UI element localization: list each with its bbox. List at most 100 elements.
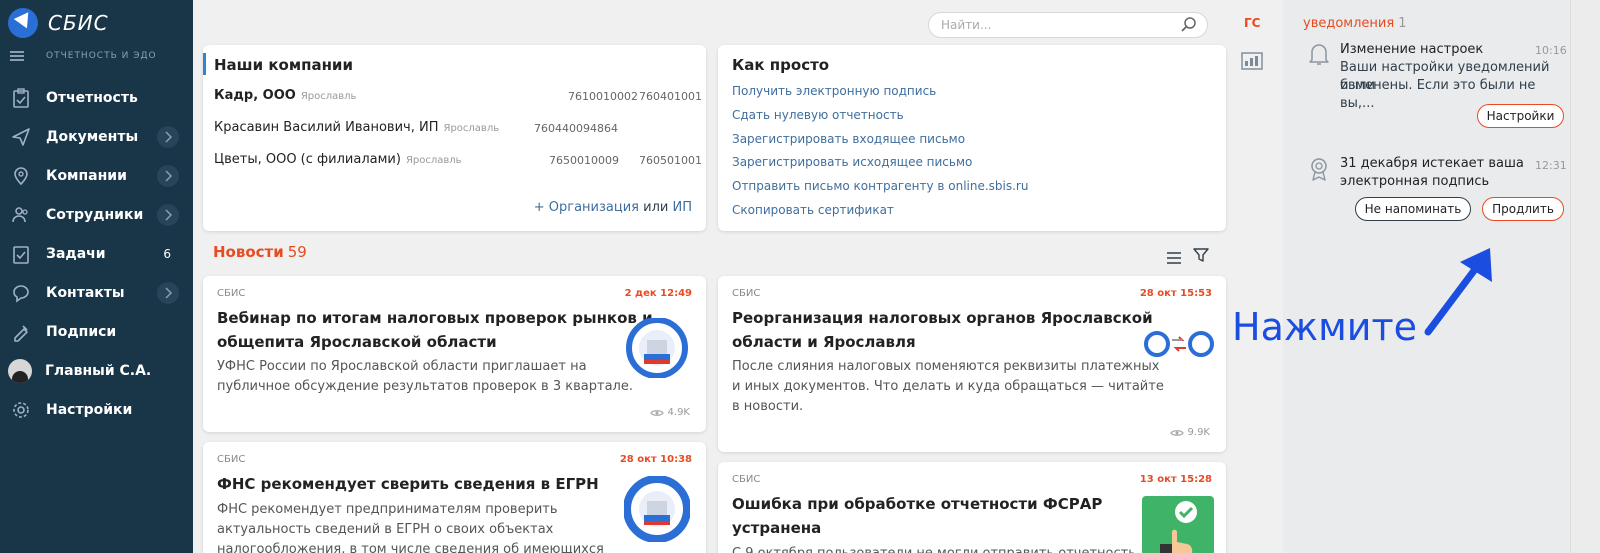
- news-headline: общепита Ярославской области: [217, 333, 497, 351]
- news-title[interactable]: Новости 59: [213, 243, 307, 261]
- company-row[interactable]: Красавин Василий Иванович, ИП Ярославль: [214, 120, 499, 135]
- news-source: СБИС: [217, 288, 246, 299]
- user-initials-button[interactable]: ГС: [1244, 16, 1260, 30]
- news-description: и иных документов. Что делать и куда обр…: [732, 379, 1164, 394]
- notification-title: электронная подпись: [1340, 174, 1490, 189]
- annotation-text: Нажмите: [1232, 305, 1417, 349]
- sidebar-item-label: Настройки: [46, 402, 133, 418]
- submenu-toggle[interactable]: ОТЧЕТНОСТЬ И ЭДО: [10, 51, 157, 61]
- fns-emblem-icon: [624, 317, 690, 382]
- sidebar-item-label: Сотрудники: [46, 207, 144, 223]
- search-input[interactable]: Найти...: [928, 12, 1208, 38]
- paper-plane-icon: [11, 127, 31, 147]
- scrollbar[interactable]: [1570, 0, 1600, 553]
- company-kpp: 760501001: [639, 154, 702, 167]
- how-to-link[interactable]: Скопировать сертификат: [732, 203, 894, 217]
- sidebar-item-reports[interactable]: Отчетность: [0, 80, 193, 116]
- sidebar-item-tasks[interactable]: Задачи 6: [0, 236, 193, 272]
- chevron-right-icon[interactable]: [157, 282, 179, 304]
- how-to-link[interactable]: Отправить письмо контрагенту в online.sb…: [732, 179, 1028, 193]
- list-view-icon[interactable]: [1167, 249, 1181, 268]
- news-description: публичное обсуждение результатов проверо…: [217, 379, 633, 394]
- news-headline: Вебинар по итогам налоговых проверок рын…: [217, 309, 653, 327]
- sidebar-item-label: Контакты: [46, 285, 125, 301]
- company-inn: 760440094864: [534, 122, 618, 135]
- chevron-right-icon[interactable]: [157, 126, 179, 148]
- signature-icon: [11, 322, 31, 342]
- how-to-link[interactable]: Сдать нулевую отчетность: [732, 108, 904, 122]
- company-name: Кадр, ООО: [214, 88, 296, 103]
- sidebar-item-documents[interactable]: Документы: [0, 119, 193, 155]
- notification-title: Изменение настроек: [1340, 42, 1484, 57]
- logo[interactable]: СБИС: [8, 8, 109, 38]
- users-icon: [11, 205, 31, 225]
- settings-button[interactable]: Настройки: [1477, 104, 1564, 128]
- news-description: налогообложения, в том числе сведения об…: [217, 542, 604, 553]
- company-inn: 7650010009: [549, 154, 619, 167]
- news-source: СБИС: [732, 474, 761, 485]
- company-row[interactable]: Цветы, ООО (с филиалами) Ярославль: [214, 152, 462, 167]
- news-headline: области и Ярославля: [732, 333, 916, 351]
- dashboard-icon[interactable]: [1241, 52, 1263, 74]
- sidebar-item-profile[interactable]: Главный С.А.: [0, 353, 193, 389]
- arrow-icon: [1420, 240, 1502, 344]
- news-views-count: 9.9K: [1187, 427, 1210, 438]
- news-source: СБИС: [732, 288, 761, 299]
- search-placeholder: Найти...: [941, 18, 992, 32]
- companies-card: Наши компании Кадр, ООО Ярославль 7610010…: [203, 45, 706, 231]
- sidebar-item-contacts[interactable]: Контакты: [0, 275, 193, 311]
- dont-remind-button[interactable]: Не напоминать: [1355, 197, 1471, 221]
- fns-merger-icon: [1144, 326, 1214, 366]
- active-accent: [203, 53, 206, 75]
- news-card[interactable]: СБИС 28 окт 15:53 Реорганизация налоговы…: [718, 276, 1226, 452]
- submenu-label: ОТЧЕТНОСТЬ И ЭДО: [46, 51, 157, 61]
- bell-icon: [1308, 42, 1330, 70]
- map-pin-icon: [11, 166, 31, 186]
- notifications-header-text: уведомления: [1303, 16, 1395, 31]
- company-city: Ярославль: [443, 123, 500, 134]
- add-ip-link[interactable]: ИП: [673, 200, 693, 215]
- or-text: или: [643, 200, 669, 215]
- sidebar-item-companies[interactable]: Компании: [0, 158, 193, 194]
- sidebar: СБИС ОТЧЕТНОСТЬ И ЭДО Отчетность Докумен…: [0, 0, 193, 553]
- how-to-link[interactable]: Зарегистрировать исходящее письмо: [732, 155, 972, 169]
- news-headline: Ошибка при обработке отчетности ФСРАР: [732, 495, 1103, 513]
- sbis-logo-icon: [8, 8, 38, 38]
- company-name: Красавин Василий Иванович, ИП: [214, 120, 439, 135]
- sidebar-item-employees[interactable]: Сотрудники: [0, 197, 193, 233]
- tasks-icon: [11, 244, 31, 264]
- sidebar-item-signatures[interactable]: Подписи: [0, 314, 193, 350]
- news-description: актуальность сведений в ЕГРН о своих объ…: [217, 522, 554, 537]
- eye-icon: [649, 409, 664, 416]
- news-views-count: 4.9K: [667, 407, 690, 418]
- notifications-header[interactable]: уведомления 1: [1303, 16, 1406, 31]
- eye-icon: [1169, 429, 1184, 436]
- news-card[interactable]: СБИС 2 дек 12:49 Вебинар по итогам налог…: [203, 276, 706, 432]
- news-date: 13 окт 15:28: [1139, 474, 1212, 485]
- news-card[interactable]: СБИС 28 окт 10:38 ФНС рекомендует сверит…: [203, 442, 706, 553]
- tasks-count-badge: 6: [163, 247, 171, 261]
- news-description: УФНС России по Ярославской области пригл…: [217, 359, 587, 374]
- news-date: 28 окт 15:53: [1139, 288, 1212, 299]
- search-icon[interactable]: [1181, 17, 1197, 36]
- sidebar-item-label: Подписи: [46, 324, 117, 340]
- report-icon: [11, 88, 31, 108]
- news-date: 2 дек 12:49: [624, 288, 692, 299]
- company-row[interactable]: Кадр, ООО Ярославль: [214, 88, 356, 103]
- news-views: 9.9K: [1169, 427, 1210, 438]
- company-city: Ярославль: [300, 91, 357, 102]
- add-organization-link[interactable]: + Организация: [534, 200, 639, 215]
- how-to-link[interactable]: Получить электронную подпись: [732, 84, 936, 98]
- news-card[interactable]: СБИС 13 окт 15:28 Ошибка при обработке о…: [718, 462, 1226, 553]
- extend-button[interactable]: Продлить: [1482, 197, 1564, 221]
- sidebar-item-settings[interactable]: Настройки: [0, 392, 193, 428]
- filter-icon[interactable]: [1193, 247, 1209, 267]
- how-to-link[interactable]: Зарегистрировать входящее письмо: [732, 132, 965, 146]
- chevron-right-icon[interactable]: [157, 204, 179, 226]
- avatar: [8, 359, 32, 383]
- news-description: ФНС рекомендует предпринимателям провери…: [217, 502, 558, 517]
- how-to-card: Как просто Получить электронную подпись …: [718, 45, 1226, 231]
- chevron-right-icon[interactable]: [157, 165, 179, 187]
- news-headline: ФНС рекомендует сверить сведения в ЕГРН: [217, 475, 599, 493]
- menu-icon: [10, 51, 24, 61]
